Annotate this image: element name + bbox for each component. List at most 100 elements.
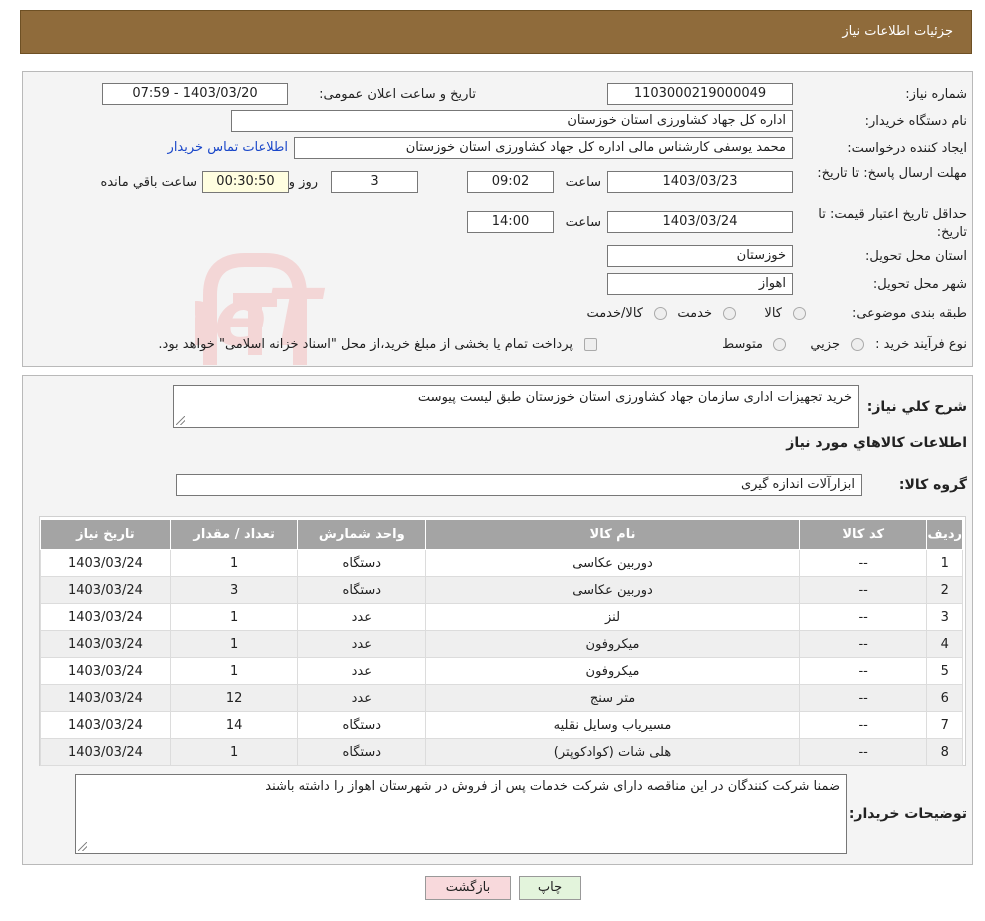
col-unit: واحد شمارش bbox=[297, 519, 427, 550]
item-unit: عدد bbox=[297, 630, 427, 658]
item-name: میکروفون bbox=[425, 630, 800, 658]
item-unit: دستگاه bbox=[297, 576, 427, 604]
item-need-date: 1403/03/24 bbox=[40, 738, 171, 766]
table-row: 4 -- میکروفون عدد 1 1403/03/24 bbox=[40, 630, 963, 658]
items-table-wrap: ردیف کد کالا نام کالا واحد شمارش تعداد /… bbox=[39, 516, 966, 766]
row-number: 3 bbox=[926, 603, 963, 631]
announce-date-field: 1403/03/20 - 07:59 bbox=[102, 83, 288, 105]
print-button[interactable]: چاپ bbox=[519, 876, 581, 900]
item-unit: عدد bbox=[297, 657, 427, 685]
item-quantity: 1 bbox=[169, 657, 299, 685]
table-row: 8 -- هلی شات (کوادکوپتر) دستگاه 1 1403/0… bbox=[40, 738, 963, 766]
category-goods-radio[interactable] bbox=[793, 307, 806, 320]
days-label: روز و bbox=[288, 175, 318, 190]
item-code: -- bbox=[798, 738, 928, 766]
item-code: -- bbox=[798, 630, 928, 658]
item-quantity: 1 bbox=[169, 549, 299, 577]
row-number: 1 bbox=[926, 549, 963, 577]
goods-group-label: گروه کالا: bbox=[898, 477, 967, 493]
items-table: ردیف کد کالا نام کالا واحد شمارش تعداد /… bbox=[40, 519, 963, 766]
buyer-notes-text: ضمنا شرکت کنندگان در این مناقصه دارای شر… bbox=[265, 779, 840, 794]
back-button[interactable]: بازگشت bbox=[425, 876, 511, 900]
province-field: خوزستان bbox=[607, 245, 793, 267]
buyer-contact-link[interactable]: اطلاعات تماس خریدار bbox=[168, 140, 288, 155]
process-type-label: نوع فرآیند خرید : bbox=[875, 337, 967, 352]
buyer-notes-textarea[interactable]: ضمنا شرکت کنندگان در این مناقصه دارای شر… bbox=[75, 774, 847, 854]
need-number-field: 1103000219000049 bbox=[607, 83, 793, 105]
process-medium-label: متوسط bbox=[722, 337, 763, 352]
table-row: 1 -- دوربین عکاسی دستگاه 1 1403/03/24 bbox=[40, 549, 963, 577]
treasury-bonds-note: پرداخت تمام یا بخشی از مبلغ خرید،از محل … bbox=[158, 337, 573, 352]
treasury-bonds-checkbox[interactable] bbox=[584, 338, 597, 351]
item-unit: عدد bbox=[297, 603, 427, 631]
item-code: -- bbox=[798, 657, 928, 685]
goods-info-title: اطلاعات کالاهاي مورد نياز bbox=[786, 435, 967, 451]
col-row-number: ردیف bbox=[926, 519, 963, 550]
creator-label: ایجاد کننده درخواست: bbox=[847, 141, 967, 156]
category-goods-service-label: کالا/خدمت bbox=[586, 306, 643, 321]
process-minor-radio[interactable] bbox=[851, 338, 864, 351]
row-number: 8 bbox=[926, 738, 963, 766]
table-row: 3 -- لنز عدد 1 1403/03/24 bbox=[40, 603, 963, 631]
items-table-header: ردیف کد کالا نام کالا واحد شمارش تعداد /… bbox=[40, 519, 963, 550]
item-need-date: 1403/03/24 bbox=[40, 684, 171, 712]
item-need-date: 1403/03/24 bbox=[40, 657, 171, 685]
item-code: -- bbox=[798, 684, 928, 712]
category-service-radio[interactable] bbox=[723, 307, 736, 320]
validity-date-field: 1403/03/24 bbox=[607, 211, 793, 233]
item-quantity: 1 bbox=[169, 630, 299, 658]
validity-time-field: 14:00 bbox=[467, 211, 554, 233]
item-need-date: 1403/03/24 bbox=[40, 630, 171, 658]
item-code: -- bbox=[798, 549, 928, 577]
deadline-label: مهلت ارسال پاسخ: تا تاریخ: bbox=[817, 166, 967, 181]
col-item-code: کد کالا bbox=[798, 519, 928, 550]
col-item-name: نام کالا bbox=[425, 519, 800, 550]
remaining-time-field: 00:30:50 bbox=[202, 171, 289, 193]
resize-grip-icon bbox=[176, 416, 185, 425]
deadline-time-label: ساعت bbox=[565, 175, 601, 190]
resize-grip-icon bbox=[78, 842, 87, 851]
item-unit: دستگاه bbox=[297, 738, 427, 766]
row-number: 5 bbox=[926, 657, 963, 685]
item-name: میکروفون bbox=[425, 657, 800, 685]
item-name: مسیریاب وسایل نقلیه bbox=[425, 711, 800, 739]
item-need-date: 1403/03/24 bbox=[40, 576, 171, 604]
summary-text: خرید تجهیزات اداری سازمان جهاد کشاورزی ا… bbox=[417, 390, 852, 405]
row-number: 2 bbox=[926, 576, 963, 604]
col-quantity: تعداد / مقدار bbox=[169, 519, 299, 550]
item-name: هلی شات (کوادکوپتر) bbox=[425, 738, 800, 766]
col-need-date: تاریخ نیاز bbox=[40, 519, 171, 550]
item-name: متر سنج bbox=[425, 684, 800, 712]
item-need-date: 1403/03/24 bbox=[40, 711, 171, 739]
item-name: دوربین عکاسی bbox=[425, 549, 800, 577]
table-row: 7 -- مسیریاب وسایل نقلیه دستگاه 14 1403/… bbox=[40, 711, 963, 739]
item-quantity: 14 bbox=[169, 711, 299, 739]
item-quantity: 12 bbox=[169, 684, 299, 712]
need-number-label: شماره نیاز: bbox=[905, 87, 967, 102]
city-label: شهر محل تحویل: bbox=[872, 277, 967, 292]
process-medium-radio[interactable] bbox=[773, 338, 786, 351]
category-label: طبقه بندی موضوعی: bbox=[851, 306, 967, 321]
category-goods-service-radio[interactable] bbox=[654, 307, 667, 320]
buyer-org-field: اداره کل جهاد کشاورزی استان خوزستان bbox=[231, 110, 793, 132]
row-number: 4 bbox=[926, 630, 963, 658]
deadline-time-field: 09:02 bbox=[467, 171, 554, 193]
goods-group-field: ابزارآلات اندازه گیری bbox=[176, 474, 862, 496]
item-quantity: 1 bbox=[169, 738, 299, 766]
item-need-date: 1403/03/24 bbox=[40, 549, 171, 577]
item-code: -- bbox=[798, 603, 928, 631]
table-row: 5 -- میکروفون عدد 1 1403/03/24 bbox=[40, 657, 963, 685]
item-need-date: 1403/03/24 bbox=[40, 603, 171, 631]
item-unit: دستگاه bbox=[297, 549, 427, 577]
summary-textarea[interactable]: خرید تجهیزات اداری سازمان جهاد کشاورزی ا… bbox=[173, 385, 859, 428]
item-quantity: 1 bbox=[169, 603, 299, 631]
announce-date-label: تاریخ و ساعت اعلان عمومی: bbox=[319, 87, 476, 102]
validity-label: حداقل تاریخ اعتبار قیمت: تا تاریخ: bbox=[818, 207, 967, 240]
remaining-time-label: ساعت باقي مانده bbox=[100, 175, 197, 190]
days-field: 3 bbox=[331, 171, 418, 193]
row-number: 6 bbox=[926, 684, 963, 712]
item-quantity: 3 bbox=[169, 576, 299, 604]
summary-label: شرح کلي نیاز: bbox=[866, 399, 967, 415]
category-goods-label: کالا bbox=[764, 306, 782, 321]
item-unit: دستگاه bbox=[297, 711, 427, 739]
